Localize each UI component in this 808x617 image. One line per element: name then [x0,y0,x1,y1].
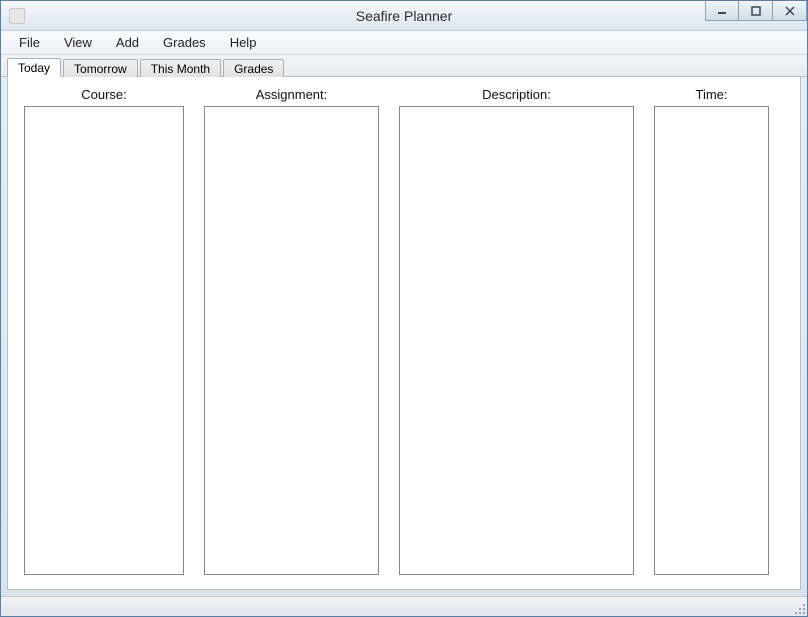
minimize-button[interactable] [705,1,739,21]
column-assignment: Assignment: [204,87,379,575]
tab-tomorrow[interactable]: Tomorrow [63,59,138,77]
close-button[interactable] [773,1,807,21]
maximize-icon [751,6,761,16]
close-icon [785,6,795,16]
tab-today[interactable]: Today [7,58,61,77]
resize-grip[interactable] [791,600,805,614]
maximize-button[interactable] [739,1,773,21]
header-assignment: Assignment: [204,87,379,102]
menubar: File View Add Grades Help [1,31,807,55]
listbox-time[interactable] [654,106,769,575]
header-description: Description: [399,87,634,102]
statusbar [1,596,807,616]
window-controls [705,1,807,21]
column-course: Course: [24,87,184,575]
app-icon [9,8,25,24]
menu-add[interactable]: Add [104,33,151,52]
tab-grades[interactable]: Grades [223,59,284,77]
tab-this-month[interactable]: This Month [140,59,221,77]
column-time: Time: [654,87,769,575]
menu-help[interactable]: Help [218,33,269,52]
header-course: Course: [24,87,184,102]
header-time: Time: [654,87,769,102]
listbox-assignment[interactable] [204,106,379,575]
minimize-icon [717,6,727,16]
tabstrip: Today Tomorrow This Month Grades [1,55,807,77]
menu-file[interactable]: File [7,33,52,52]
column-description: Description: [399,87,634,575]
client-area: Course: Assignment: Description: Time: [7,77,801,590]
app-window: Seafire Planner File View Add Grades Hel… [0,0,808,617]
titlebar[interactable]: Seafire Planner [1,1,807,31]
menu-view[interactable]: View [52,33,104,52]
menu-grades[interactable]: Grades [151,33,218,52]
window-title: Seafire Planner [1,8,807,24]
listbox-course[interactable] [24,106,184,575]
listbox-description[interactable] [399,106,634,575]
